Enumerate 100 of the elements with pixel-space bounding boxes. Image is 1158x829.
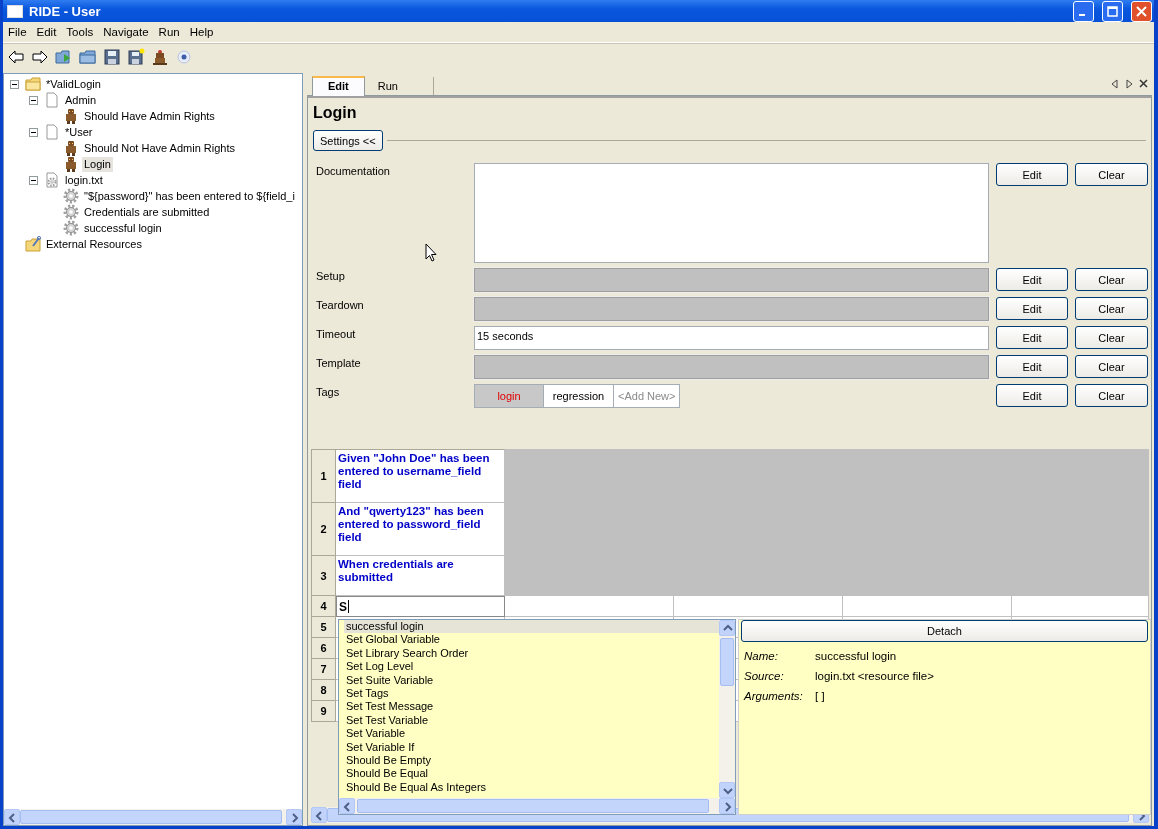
setting-label: Documentation [316, 164, 390, 177]
list-item[interactable]: Set Test Variable [344, 713, 719, 728]
documentation-field[interactable] [474, 163, 989, 263]
tree-item[interactable]: Login [82, 156, 113, 172]
collapse-toggle[interactable] [29, 175, 38, 185]
maximize-button[interactable] [1102, 0, 1123, 22]
setting-label: Timeout [316, 327, 356, 340]
autocomplete-menu[interactable] [338, 619, 736, 815]
list-item[interactable]: Should Be Empty [344, 754, 719, 768]
tree-item[interactable]: login.txt [63, 172, 105, 188]
menu-item[interactable]: Edit [31, 26, 62, 38]
tab[interactable]: Run [364, 76, 411, 95]
record-icon[interactable] [175, 48, 193, 66]
vertical-scrollbar[interactable] [719, 620, 735, 798]
tree-item[interactable]: Credentials are submitted [82, 204, 212, 220]
list-item[interactable]: Set Log Level [344, 660, 719, 674]
list-item[interactable]: Set Test Message [344, 700, 719, 714]
scrollbar-thumb[interactable] [20, 810, 282, 824]
close-button[interactable] [1131, 0, 1152, 22]
row-number[interactable]: 2 [311, 503, 336, 556]
add-tag-button[interactable]: <Add New> [613, 384, 681, 408]
minimize-icon [1078, 14, 1085, 16]
row-number[interactable]: 1 [311, 449, 336, 503]
open-folder-icon[interactable] [55, 48, 73, 66]
grid-cell[interactable] [674, 596, 843, 617]
edit-button[interactable]: Edit [996, 326, 1068, 349]
list-item[interactable]: Should Be Equal As Integers [344, 780, 719, 795]
gear-icon [63, 220, 79, 236]
grid-cell[interactable]: When credentials are submitted [336, 556, 505, 596]
list-item[interactable]: Set Variable [344, 727, 719, 741]
row-number[interactable]: 6 [311, 638, 336, 659]
scrollbar-thumb[interactable] [357, 799, 709, 813]
setting-label: Tags [316, 385, 340, 398]
collapse-toggle[interactable] [29, 127, 38, 137]
grid-cell[interactable] [843, 596, 1012, 617]
settings-button[interactable]: Settings << [313, 130, 383, 151]
previous-tab-icon[interactable] [1111, 79, 1119, 89]
menu-item[interactable]: File [3, 26, 32, 38]
grid-cell[interactable] [505, 596, 674, 617]
grid-cell[interactable] [1012, 596, 1149, 617]
window-title: RIDE - User [29, 3, 102, 19]
menu-item[interactable]: Navigate [98, 26, 154, 38]
list-item[interactable]: Set Global Variable [344, 633, 719, 647]
list-item[interactable]: Should Be Equal [344, 767, 719, 781]
tree-item[interactable]: External Resources [44, 236, 144, 252]
list-item[interactable]: Set Suite Variable [344, 673, 719, 688]
tag[interactable]: regression [543, 384, 614, 408]
collapse-toggle[interactable] [29, 95, 38, 105]
tree-item[interactable]: "${password}" has been entered to ${field_i [82, 188, 297, 204]
tree-item[interactable]: Admin [63, 92, 99, 108]
row-number[interactable]: 4 [311, 596, 336, 617]
close-icon [1135, 4, 1148, 18]
clear-button[interactable]: Clear [1075, 326, 1148, 349]
clear-button[interactable]: Clear [1075, 163, 1148, 186]
detach-button[interactable]: Detach [741, 620, 1148, 642]
close-icon[interactable] [1139, 79, 1148, 88]
minimize-button[interactable] [1073, 0, 1094, 22]
list-item[interactable]: successful login [344, 620, 719, 634]
next-tab-icon[interactable] [1125, 79, 1133, 89]
list-item[interactable]: Set Library Search Order [344, 646, 719, 661]
grid-cell[interactable]: And "qwerty123" has been entered to password_field field [336, 503, 505, 556]
setting-label: Setup [316, 269, 345, 282]
robot-icon [63, 140, 79, 156]
back-arrow-icon[interactable] [7, 48, 25, 66]
row-number[interactable]: 7 [311, 659, 336, 680]
collapse-toggle[interactable] [10, 79, 19, 89]
detail-label: Name: [744, 650, 779, 662]
cell-editor[interactable]: S [336, 596, 505, 617]
tree-item[interactable]: *User [63, 124, 95, 140]
save-all-icon[interactable] [127, 48, 145, 66]
menu-item[interactable]: Help [184, 26, 219, 38]
row-number[interactable]: 8 [311, 680, 336, 701]
list-item[interactable]: Set Tags [344, 687, 719, 701]
tab[interactable]: Edit [312, 76, 365, 96]
forward-arrow-icon[interactable] [31, 48, 49, 66]
scrollbar-thumb[interactable] [720, 638, 734, 686]
save-icon[interactable] [103, 48, 121, 66]
tree-item[interactable]: Should Have Admin Rights [82, 108, 217, 124]
folder-icon[interactable] [79, 48, 97, 66]
horizontal-scrollbar[interactable] [339, 798, 735, 814]
setting-label: Template [316, 356, 361, 369]
robot-icon[interactable] [151, 48, 169, 66]
grid-cell[interactable]: Given "John Doe" has been entered to username_field field [336, 449, 505, 503]
edit-button[interactable]: Edit [996, 163, 1068, 186]
tree-item[interactable]: Should Not Have Admin Rights [82, 140, 238, 156]
row-number[interactable]: 5 [311, 617, 336, 638]
clear-button[interactable]: Clear [1075, 384, 1148, 407]
tree-item[interactable]: successful login [82, 220, 164, 236]
menu-item[interactable]: Tools [61, 26, 99, 38]
robot-icon [63, 108, 79, 124]
list-item[interactable]: Set Variable If [344, 740, 719, 755]
menu-item[interactable]: Run [153, 26, 185, 38]
edit-button[interactable]: Edit [996, 384, 1068, 407]
row-number[interactable]: 9 [311, 701, 336, 722]
mouse-pointer-icon [425, 243, 437, 262]
setting-field[interactable]: 15 seconds [474, 326, 989, 350]
folder-icon [25, 76, 41, 92]
tree-item[interactable]: *ValidLogin [44, 76, 103, 92]
row-number[interactable]: 3 [311, 556, 336, 596]
horizontal-scrollbar[interactable] [4, 809, 302, 825]
